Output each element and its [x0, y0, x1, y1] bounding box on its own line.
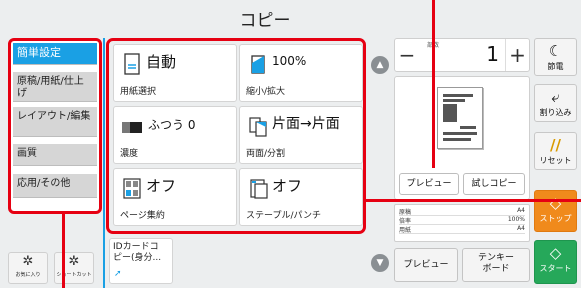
copy-count-box: − 部数 1 +	[394, 38, 530, 72]
increase-copies-button[interactable]: +	[505, 39, 529, 71]
paper-selection-value: 自動	[146, 53, 177, 71]
density-value: ふつう 0	[148, 118, 196, 132]
copies-value[interactable]: 1	[455, 42, 499, 66]
callout-line	[432, 0, 435, 168]
paper-selection-label: 用紙選択	[120, 87, 157, 97]
zoom-label: 縮小/拡大	[246, 87, 286, 97]
favorites-button[interactable]: ✲ お気に入り	[8, 252, 48, 284]
start-icon: ◇	[549, 244, 562, 262]
function-grid: 自動 用紙選択 100% 縮小/拡大 ふつう 0 濃度 片面→片面 両面/分割	[106, 38, 366, 234]
density-tile[interactable]: ふつう 0 濃度	[113, 106, 237, 164]
duplex-tile[interactable]: 片面→片面 両面/分割	[239, 106, 363, 164]
shortcut-button[interactable]: ✲ ショートカット	[54, 252, 94, 284]
info-row-paper: 用紙 A4	[399, 225, 525, 234]
callout-line	[62, 214, 65, 288]
energy-saver-button[interactable]: ☾ 節電	[534, 38, 577, 76]
decrease-copies-button[interactable]: −	[395, 39, 419, 71]
info-row-ratio: 倍率 100%	[399, 216, 525, 225]
density-icon	[122, 122, 142, 133]
tenkey-label-2: ボード	[482, 264, 510, 274]
reset-label: リセット	[539, 156, 572, 165]
copy-info-panel: 原稿 A4 倍率 100% 用紙 A4	[394, 204, 530, 242]
document-thumbnail	[437, 87, 483, 149]
paper-icon	[124, 53, 140, 75]
preview-bottom-button[interactable]: プレビュー	[394, 248, 458, 282]
preview-panel: プレビュー 試しコピー	[394, 76, 530, 200]
gear-icon: ✲	[22, 254, 34, 269]
page-title: コピー	[239, 11, 291, 31]
staple-icon	[250, 179, 268, 199]
tenkey-label-1: テンキー	[477, 253, 514, 263]
combine-label: ページ集約	[120, 211, 165, 221]
duplex-label: 両面/分割	[246, 149, 286, 159]
combine-icon	[123, 178, 141, 199]
start-button[interactable]: ◇ スタート	[534, 240, 577, 284]
start-label: スタート	[539, 264, 572, 273]
combine-tile[interactable]: オフ ページ集約	[113, 168, 237, 226]
interrupt-label: 割り込み	[539, 108, 572, 117]
menu-item-layout-edit[interactable]: レイアウト/編集	[13, 107, 97, 137]
duplex-value: 片面→片面	[272, 116, 340, 132]
reset-icon: //	[550, 136, 561, 154]
duplex-icon	[249, 117, 267, 137]
menu-item-original-paper-finishing[interactable]: 原稿/用紙/仕上げ	[13, 72, 97, 102]
zoom-icon	[251, 55, 265, 74]
stop-icon: ◇	[549, 194, 562, 212]
staple-tile[interactable]: オフ ステープル/パンチ	[239, 168, 363, 226]
info-row-original: 原稿 A4	[399, 207, 525, 216]
menu-item-image-quality[interactable]: 画質	[13, 144, 97, 166]
energy-saver-label: 節電	[547, 62, 564, 71]
id-card-copy-line1: IDカードコ	[113, 242, 159, 252]
staple-value: オフ	[272, 177, 303, 195]
trial-copy-button[interactable]: 試しコピー	[463, 173, 525, 195]
zoom-tile[interactable]: 100% 縮小/拡大	[239, 44, 363, 102]
scroll-up-button[interactable]: ▲	[371, 56, 389, 74]
paper-selection-tile[interactable]: 自動 用紙選択	[113, 44, 237, 102]
divider-line	[103, 38, 105, 288]
tenkey-board-button[interactable]: テンキー ボード	[462, 248, 530, 282]
arrow-icon: ➚	[114, 269, 122, 279]
stop-label: ストップ	[539, 214, 572, 223]
moon-icon: ☾	[548, 42, 563, 60]
favorites-label: お気に入り	[15, 272, 41, 278]
scroll-down-button[interactable]: ▼	[371, 254, 389, 272]
callout-line	[366, 199, 581, 202]
id-card-copy-tile[interactable]: IDカードコ ピー(身分... ➚	[109, 238, 173, 284]
staple-label: ステープル/パンチ	[246, 211, 321, 221]
interrupt-button[interactable]: ⤶ 割り込み	[534, 84, 577, 122]
reset-button[interactable]: // リセット	[534, 132, 577, 170]
combine-value: オフ	[146, 177, 177, 195]
stop-button[interactable]: ◇ ストップ	[534, 190, 577, 232]
menu-item-advanced-other[interactable]: 応用/その他	[13, 174, 97, 198]
gear-icon: ✲	[68, 254, 80, 269]
zoom-value: 100%	[272, 54, 307, 68]
density-label: 濃度	[120, 149, 139, 159]
left-menu: 簡単設定 原稿/用紙/仕上げ レイアウト/編集 画質 応用/その他	[8, 38, 102, 214]
preview-button[interactable]: プレビュー	[399, 173, 459, 195]
interrupt-icon: ⤶	[551, 88, 560, 106]
menu-item-quick-setup[interactable]: 簡単設定	[13, 43, 97, 65]
id-card-copy-line2: ピー(身分...	[113, 253, 162, 263]
